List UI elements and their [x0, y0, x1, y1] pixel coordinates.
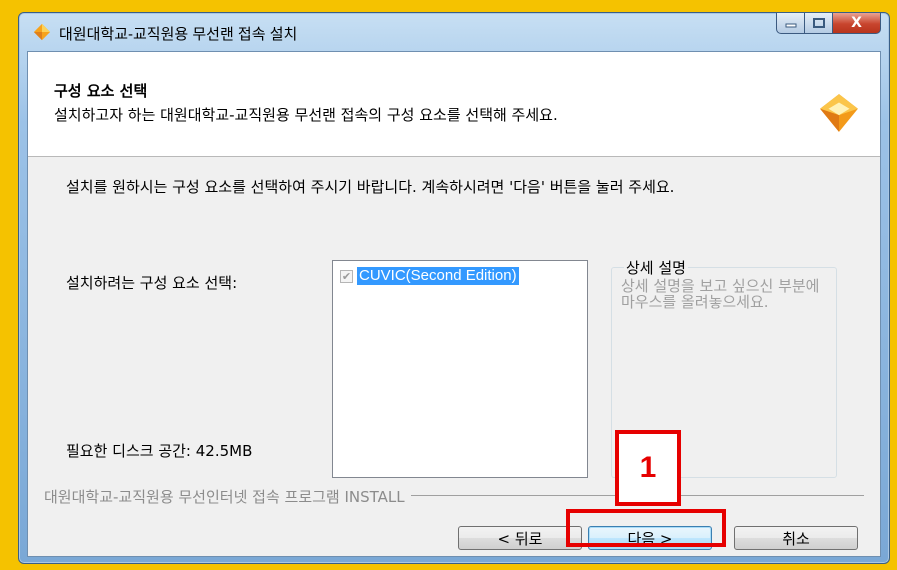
brand-text: 대원대학교-교직원용 무선인터넷 접속 프로그램 INSTALL — [44, 486, 411, 507]
disk-space-label: 필요한 디스크 공간: 42.5MB — [66, 442, 253, 460]
component-list[interactable]: ✔ CUVIC(Second Edition) — [332, 260, 588, 478]
maximize-icon — [812, 18, 825, 28]
window-title: 대원대학교-교직원용 무선랜 접속 설치 — [59, 26, 298, 43]
next-button-highlight — [566, 509, 726, 547]
list-item[interactable]: ✔ CUVIC(Second Edition) — [340, 267, 519, 285]
brand-logo-icon — [820, 94, 858, 132]
components-label: 설치하려는 구성 요소 선택: — [66, 274, 238, 292]
minimize-icon — [785, 23, 796, 28]
minimize-button[interactable] — [776, 13, 805, 34]
component-checkbox[interactable]: ✔ — [340, 269, 353, 283]
installer-logo-icon — [33, 23, 51, 41]
cancel-button[interactable]: 취소 — [734, 526, 858, 550]
component-name: CUVIC(Second Edition) — [357, 267, 519, 285]
dialog-client-area: 구성 요소 선택 설치하고자 하는 대원대학교-교직원용 무선랜 접속의 구성 … — [27, 51, 881, 557]
title-bar[interactable]: 대원대학교-교직원용 무선랜 접속 설치 X — [19, 13, 889, 53]
installer-window: 대원대학교-교직원용 무선랜 접속 설치 X 구성 요소 선택 설치하고자 하는… — [18, 12, 890, 564]
instruction-text: 설치를 원하시는 구성 요소를 선택하여 주시기 바랍니다. 계속하시려면 '다… — [66, 178, 675, 196]
back-button[interactable]: < 뒤로 — [458, 526, 582, 550]
header-panel: 구성 요소 선택 설치하고자 하는 대원대학교-교직원용 무선랜 접속의 구성 … — [28, 52, 880, 157]
window-controls: X — [776, 13, 881, 35]
maximize-button[interactable] — [805, 13, 833, 34]
description-legend: 상세 설명 — [624, 257, 688, 278]
checkmark-icon: ✔ — [341, 269, 352, 283]
close-icon: X — [851, 15, 862, 31]
description-text: 상세 설명을 보고 싶으신 부분에 마우스를 올려놓으세요. — [621, 277, 820, 311]
page-subtitle: 설치하고자 하는 대원대학교-교직원용 무선랜 접속의 구성 요소를 선택해 주… — [54, 106, 558, 124]
page-title: 구성 요소 선택 — [54, 82, 148, 100]
close-button[interactable]: X — [833, 13, 881, 34]
step-number-badge: 1 — [615, 430, 681, 506]
